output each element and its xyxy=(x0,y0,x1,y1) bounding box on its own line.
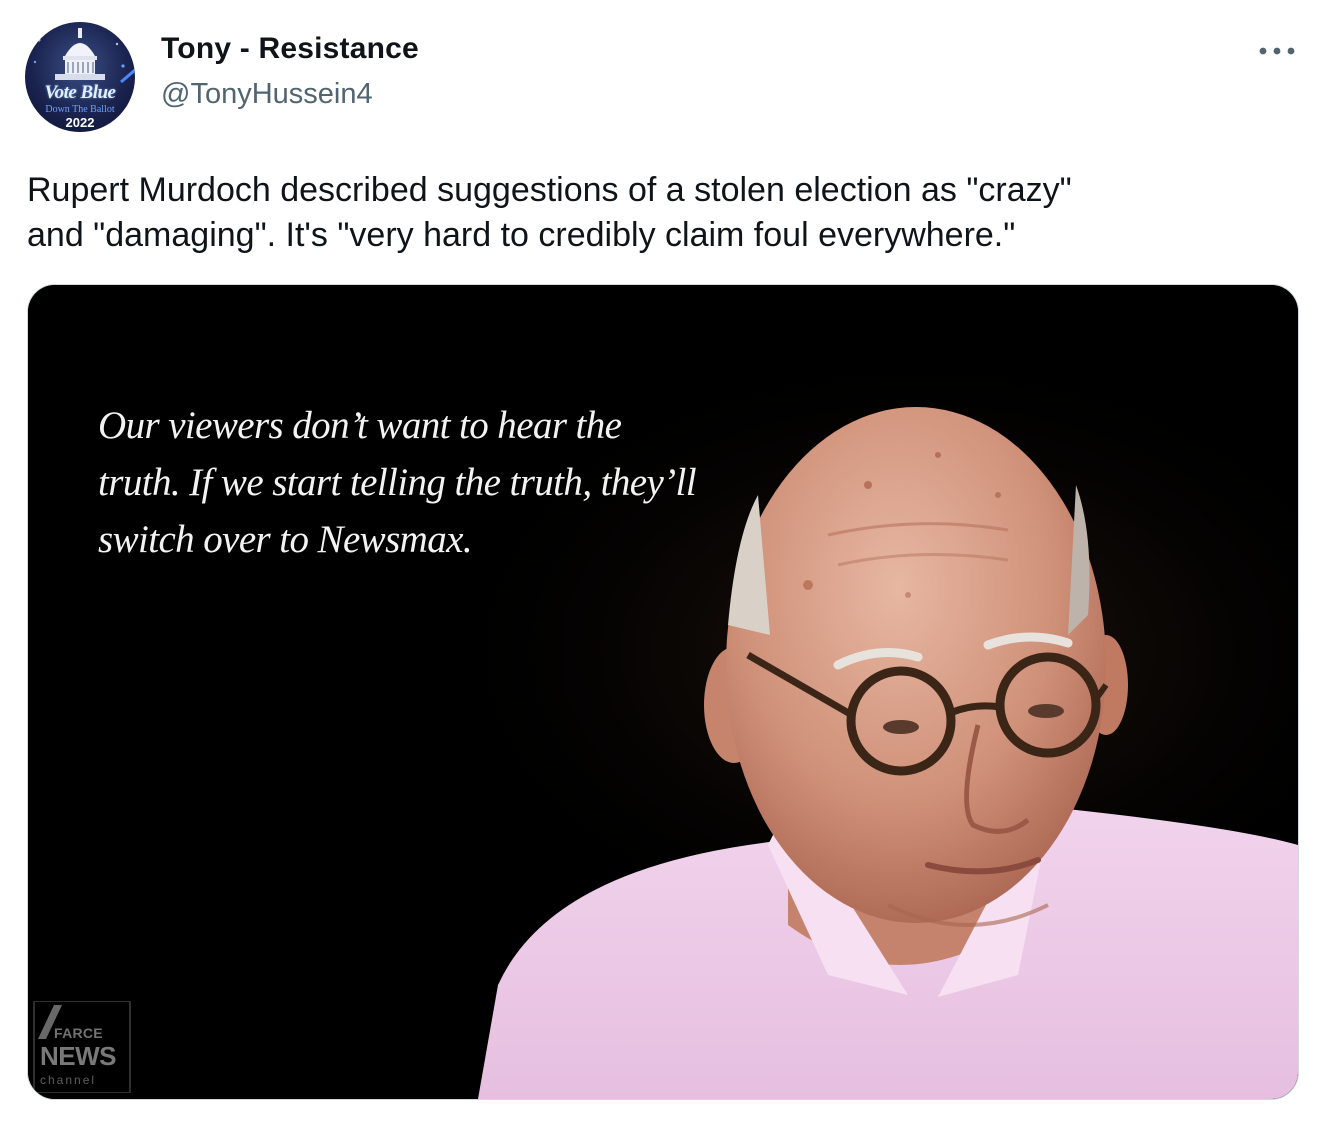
more-options-button[interactable] xyxy=(1252,36,1302,66)
tweet: Vote Blue Down The Ballot 2022 Tony - Re… xyxy=(0,0,1329,1124)
display-name[interactable]: Tony - Resistance xyxy=(161,32,419,66)
logo-text-top: FARCE xyxy=(54,1025,103,1041)
user-handle[interactable]: @TonyHussein4 xyxy=(161,78,373,111)
avatar-year: 2022 xyxy=(65,115,95,130)
tweet-text: Rupert Murdoch described suggestions of … xyxy=(27,171,1072,254)
avatar-line1: Vote Blue xyxy=(44,82,116,103)
logo-text-middle: NEWS xyxy=(40,1041,117,1071)
media-image[interactable]: Our viewers don’t want to hear the truth… xyxy=(27,284,1299,1100)
avatar[interactable]: Vote Blue Down The Ballot 2022 xyxy=(25,22,135,132)
logo-text-bottom: channel xyxy=(40,1073,97,1087)
image-quote: Our viewers don’t want to hear the truth… xyxy=(98,404,697,561)
avatar-line2: Down The Ballot xyxy=(45,104,115,115)
channel-logo: FARCE NEWS channel xyxy=(32,1000,132,1094)
ellipsis-icon xyxy=(1259,47,1295,55)
